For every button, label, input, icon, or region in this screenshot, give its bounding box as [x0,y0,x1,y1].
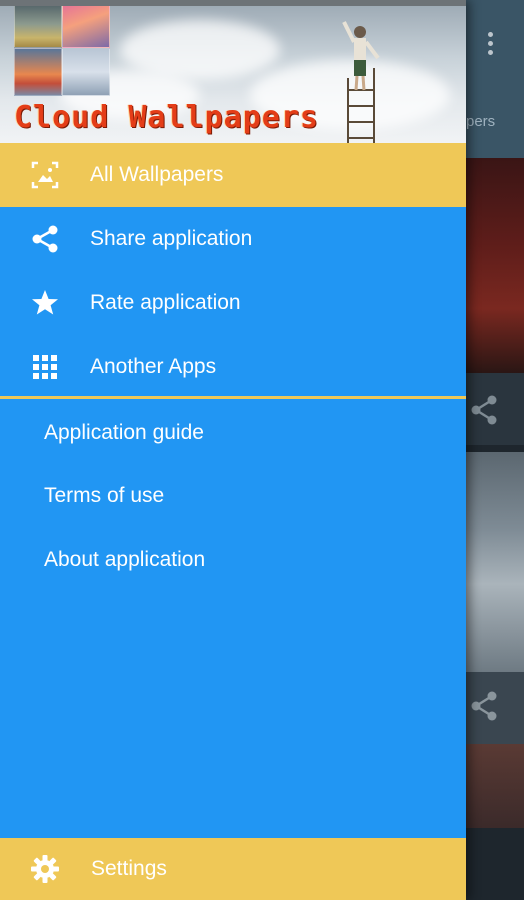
thumbnail-image [14,0,62,48]
status-bar-strip [0,0,466,6]
apps-grid-icon [30,352,60,382]
settings-label: Settings [91,857,167,880]
wallpaper-card-image[interactable] [466,452,524,672]
background-toolbar [466,0,524,158]
gear-icon [30,854,60,884]
wallpaper-card-image[interactable] [466,158,524,373]
menu-item-terms-of-use[interactable]: Terms of use [44,481,164,511]
share-icon[interactable] [470,394,498,426]
header-thumbnails [14,0,110,96]
menu-item-label: All Wallpapers [90,163,224,186]
menu-item-application-guide[interactable]: Application guide [44,418,204,448]
boy-on-ladder-illustration [342,21,380,143]
menu-item-rate-application[interactable]: Rate application [0,271,466,335]
app-title: Cloud Wallpapers [14,100,319,135]
navigation-drawer: Cloud Wallpapers All Wallpapers Share ap… [0,0,466,900]
thumbnail-image [14,48,62,96]
drawer-header: Cloud Wallpapers [0,0,466,143]
menu-item-label: Another Apps [90,355,217,378]
menu-item-about-application[interactable]: About application [44,545,205,575]
menu-item-another-apps[interactable]: Another Apps [0,335,466,399]
background-tab-label[interactable]: pers [466,113,524,130]
menu-item-label: Rate application [90,291,241,314]
thumbnail-image [62,48,110,96]
menu-item-share-application[interactable]: Share application [0,207,466,271]
menu-divider [0,396,466,399]
share-icon [30,224,60,254]
thumbnail-image [62,0,110,48]
wallpaper-card-image[interactable] [466,744,524,828]
overflow-menu-icon[interactable] [483,32,497,60]
star-icon [30,288,60,318]
menu-item-all-wallpapers[interactable]: All Wallpapers [0,143,466,207]
share-icon[interactable] [470,690,498,722]
wallpaper-icon [30,160,60,190]
menu-item-label: Share application [90,227,253,250]
settings-button[interactable]: Settings [0,838,466,900]
